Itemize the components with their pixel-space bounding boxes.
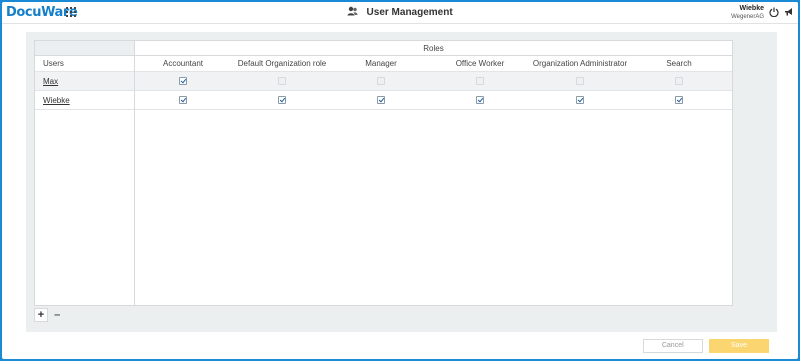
roles-header: Roles [135,41,732,56]
footer-buttons: Cancel Save [639,339,769,353]
title-area: User Management [2,6,798,18]
user-row: Max [35,72,134,91]
role-header-search: Search [666,59,692,68]
role-checkbox [576,77,584,85]
user-link-max[interactable]: Max [43,77,58,86]
role-checkbox[interactable] [675,96,683,104]
user-management-panel: Users Max Wiebke Roles Accountant Defaul… [26,32,777,332]
power-icon[interactable] [769,7,779,19]
add-user-button[interactable]: + [34,308,48,322]
remove-user-button[interactable]: – [50,308,64,322]
cancel-button[interactable]: Cancel [642,339,703,353]
announcement-icon[interactable] [784,7,794,19]
role-checkbox[interactable] [179,77,187,85]
role-checkbox [476,77,484,85]
page-title: User Management [366,6,453,18]
users-icon [347,6,358,18]
role-checkbox [278,77,286,85]
user-row: Wiebke [35,91,134,110]
users-column: Users Max Wiebke [35,41,135,305]
role-checkbox[interactable] [377,96,385,104]
role-checkbox-row-max [135,72,732,91]
role-checkbox[interactable] [278,96,286,104]
roles-header-row: Accountant Default Organization role Man… [135,56,732,72]
save-button[interactable]: Save [709,339,769,353]
header-bar: DocuWare User Management Wiebke WegenerA… [2,2,798,24]
user-info[interactable]: Wiebke WegenerAG [731,5,764,21]
roles-grid: Users Max Wiebke Roles Accountant Defaul… [34,40,733,306]
role-checkbox-row-wiebke [135,91,732,110]
role-checkbox[interactable] [476,96,484,104]
user-name: Wiebke [739,5,764,12]
role-checkbox[interactable] [576,96,584,104]
role-checkbox [675,77,683,85]
grid-actions: + – [34,308,64,322]
users-column-header: Users [35,56,134,72]
role-checkbox[interactable] [179,96,187,104]
roles-column: Roles Accountant Default Organization ro… [135,41,732,305]
user-link-wiebke[interactable]: Wiebke [43,96,70,105]
role-checkbox [377,77,385,85]
app-window: DocuWare User Management Wiebke WegenerA… [2,2,798,359]
user-organization: WegenerAG [731,14,764,20]
